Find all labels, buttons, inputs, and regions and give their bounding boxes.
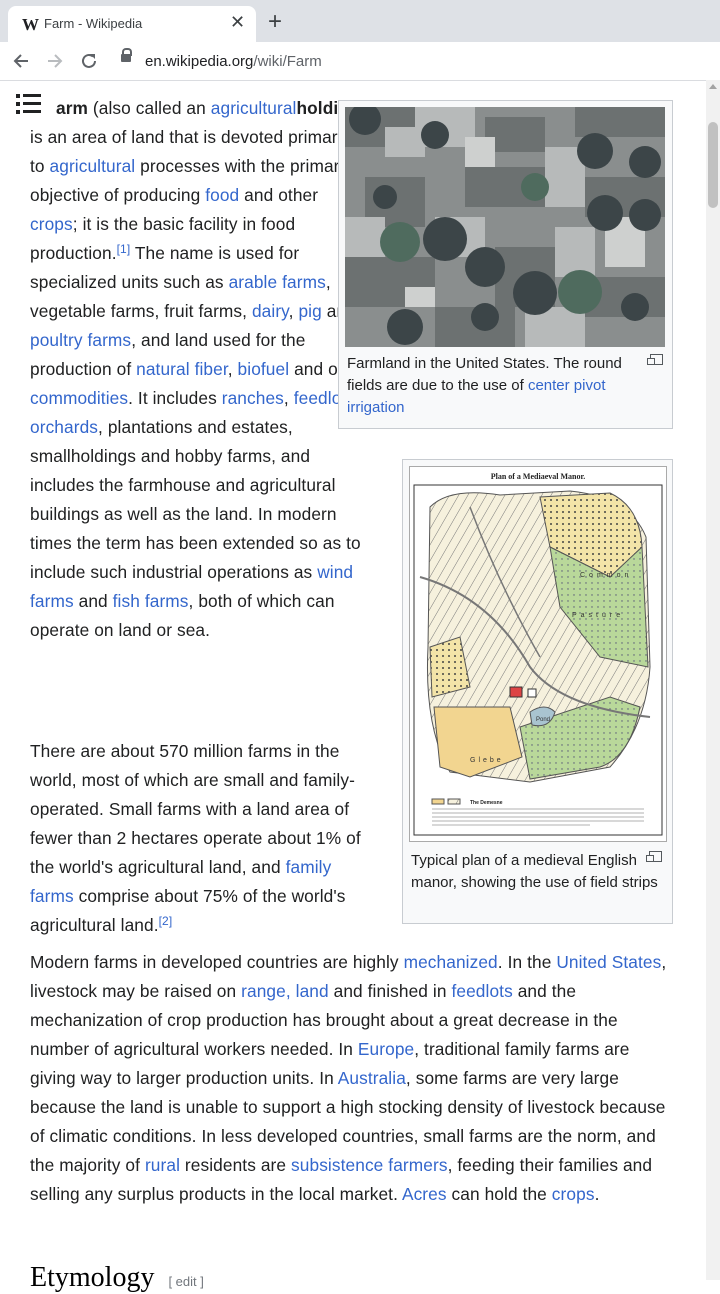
browser-toolbar: en.wikipedia.org/wiki/Farm — [0, 42, 720, 81]
new-tab-icon[interactable]: + — [268, 8, 282, 36]
paragraph-text: , — [227, 359, 238, 379]
article-link[interactable]: pig — [298, 301, 321, 321]
farmland-caption: Farmland in the United States. The round… — [347, 353, 647, 419]
tab-strip: W Farm - Wikipedia ✕ + — [0, 0, 720, 42]
paragraph-text: , — [288, 301, 299, 321]
farms-statistics-paragraph: There are about 570 million farms in the… — [30, 737, 375, 940]
tab-title: Farm - Wikipedia — [44, 16, 143, 31]
enlarge-icon[interactable] — [646, 851, 662, 862]
article-link[interactable]: poultry farms — [30, 330, 131, 350]
article-link[interactable]: Australia — [338, 1068, 406, 1088]
address-bar[interactable]: en.wikipedia.org/wiki/Farm — [145, 53, 322, 70]
article-link[interactable]: rural — [145, 1155, 180, 1175]
lock-icon[interactable] — [121, 48, 132, 62]
paragraph-text: and finished in — [328, 981, 452, 1001]
article-link[interactable]: United States — [556, 952, 661, 972]
paragraph-text: Modern farms in developed countries are … — [30, 952, 404, 972]
paragraph-text: , plantations and estates, smallholdings… — [30, 417, 361, 582]
manor-plan-caption: Typical plan of a medieval English manor… — [411, 852, 658, 891]
article-link[interactable]: food — [205, 185, 239, 205]
paragraph-text: . — [594, 1184, 600, 1204]
enlarge-icon[interactable] — [647, 354, 663, 365]
wikipedia-favicon-icon: W — [22, 15, 39, 34]
article-link[interactable]: orchards — [30, 417, 98, 437]
paragraph-text: residents are — [180, 1155, 292, 1175]
manor-plan-image[interactable]: Plan of a Mediaeval Manor. Common Pastur… — [409, 466, 667, 842]
tab-close-icon[interactable]: ✕ — [230, 12, 245, 33]
article-link[interactable]: feedlots — [451, 981, 512, 1001]
scroll-up-arrow-icon[interactable] — [709, 84, 717, 89]
url-path: /wiki/Farm — [253, 53, 322, 70]
etymology-heading-text: Etymology — [30, 1262, 155, 1293]
map-label-pasture: Pasture — [572, 612, 624, 619]
paragraph-text: can hold the — [446, 1184, 552, 1204]
article-link[interactable]: subsistence farmers — [291, 1155, 448, 1175]
map-label-common: Common — [580, 572, 632, 579]
article-link[interactable]: biofuel — [238, 359, 290, 379]
article-link[interactable]: fish farms — [113, 591, 189, 611]
paragraph-text: (also called an — [88, 98, 211, 118]
article-link[interactable]: agricultural — [211, 98, 297, 118]
paragraph-text: . In the — [497, 952, 557, 972]
article-link[interactable]: crops — [552, 1184, 595, 1204]
farmland-figure: Farmland in the United States. The round… — [338, 100, 673, 429]
article-link[interactable]: Acres — [402, 1184, 447, 1204]
browser-tab[interactable]: W Farm - Wikipedia ✕ — [8, 6, 256, 42]
paragraph-text: and other — [239, 185, 319, 205]
article-link[interactable]: crops — [30, 214, 73, 234]
farmland-aerial-photo[interactable] — [345, 107, 665, 347]
back-arrow-icon[interactable] — [12, 52, 30, 70]
paragraph-text: comprise about 75% of the world's agricu… — [30, 886, 346, 935]
forward-arrow-icon[interactable] — [46, 52, 64, 70]
map-label-pond: Pond — [536, 717, 550, 723]
paragraph-text: , — [283, 388, 294, 408]
map-legend-demesne: The Demesne — [470, 800, 503, 806]
article-link[interactable]: agricultural — [50, 156, 136, 176]
article-link[interactable]: commodities — [30, 388, 128, 408]
manor-plan-figure: Plan of a Mediaeval Manor. Common Pastur… — [402, 459, 673, 924]
section-heading-etymology: Etymology [ edit ] — [30, 1262, 204, 1294]
paragraph-text: and — [73, 591, 113, 611]
article-link[interactable]: arable farms — [229, 272, 326, 292]
reload-icon[interactable] — [80, 52, 98, 70]
scrollbar-thumb[interactable] — [708, 122, 718, 208]
modern-farms-paragraph: Modern farms in developed countries are … — [30, 948, 670, 1209]
article-link[interactable]: dairy — [252, 301, 289, 321]
article-link[interactable]: range, land — [241, 981, 329, 1001]
url-domain: en.wikipedia.org — [145, 53, 254, 70]
citation-link[interactable]: [2] — [159, 914, 173, 928]
article-link[interactable]: mechanized — [404, 952, 498, 972]
scrollbar[interactable] — [706, 80, 720, 1280]
article-link[interactable]: natural fiber — [136, 359, 228, 379]
article-link[interactable]: ranches — [222, 388, 284, 408]
paragraph-text: arm — [56, 98, 89, 118]
paragraph-text: . It includes — [128, 388, 222, 408]
edit-section-link[interactable]: [ edit ] — [168, 1274, 203, 1289]
intro-paragraph: arm (also called an agriculturalholding)… — [30, 94, 370, 645]
citation-link[interactable]: [1] — [117, 242, 131, 256]
article-link[interactable]: Europe — [358, 1039, 414, 1059]
map-title: Plan of a Mediaeval Manor. — [491, 472, 586, 481]
map-label-glebe: Glebe — [470, 757, 504, 764]
